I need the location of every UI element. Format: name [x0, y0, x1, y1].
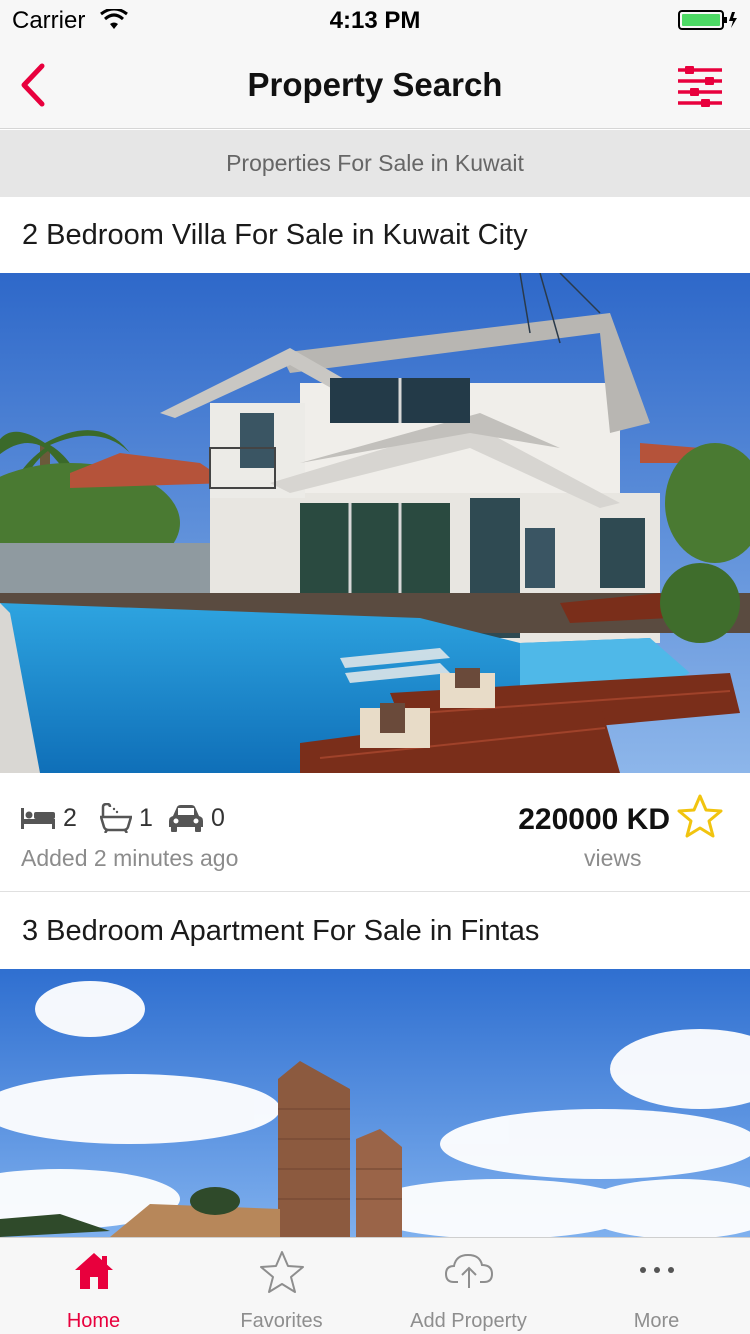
parking-feature: 0: [168, 803, 225, 833]
parking-count: 0: [210, 803, 225, 832]
star-icon: [259, 1251, 304, 1293]
car-icon: [169, 805, 203, 833]
added-time: Added 2 minutes ago: [21, 845, 239, 871]
navigation-bar: Property Search: [0, 40, 750, 129]
home-icon: [74, 1253, 113, 1289]
filter-sliders-icon[interactable]: [676, 64, 724, 108]
tab-label: More: [633, 1310, 680, 1332]
bed-icon: [21, 808, 55, 830]
listing-title[interactable]: 2 Bedroom Villa For Sale in Kuwait City: [0, 197, 750, 273]
bedrooms-feature: 2: [20, 803, 77, 833]
tab-label: Add Property: [410, 1310, 527, 1332]
listing-title[interactable]: 3 Bedroom Apartment For Sale in Fintas: [0, 893, 750, 969]
bathrooms-count: 1: [138, 803, 153, 832]
status-bar: Carrier 4:13 PM: [0, 0, 750, 40]
status-time: 4:13 PM: [329, 7, 421, 34]
section-header: Properties For Sale in Kuwait: [0, 130, 750, 197]
tab-bar: Home Favorites Add Property More: [0, 1237, 750, 1334]
favorite-star-icon[interactable]: [676, 793, 724, 841]
tab-add-property[interactable]: Add Property: [375, 1238, 562, 1334]
views-label: views: [584, 845, 642, 871]
more-dots-icon: [639, 1267, 674, 1273]
bathtub-icon: [99, 803, 133, 835]
bathrooms-feature: 1: [99, 803, 153, 835]
listing-price: 220000 KD: [518, 803, 670, 836]
tab-label: Home: [66, 1310, 121, 1332]
bedrooms-count: 2: [62, 803, 77, 832]
cloud-upload-icon: [444, 1253, 493, 1288]
listing-photo[interactable]: [0, 273, 750, 773]
tab-label: Favorites: [240, 1310, 323, 1332]
tab-more[interactable]: More: [563, 1238, 750, 1334]
tab-home[interactable]: Home: [0, 1238, 187, 1334]
listing-details: 2 1 0 Added 2 minutes ago 220000 KD view…: [0, 773, 750, 892]
listing-photo[interactable]: [0, 969, 750, 1237]
page-title: Property Search: [247, 66, 503, 103]
battery-icon: [678, 10, 737, 30]
tab-favorites[interactable]: Favorites: [188, 1238, 375, 1334]
